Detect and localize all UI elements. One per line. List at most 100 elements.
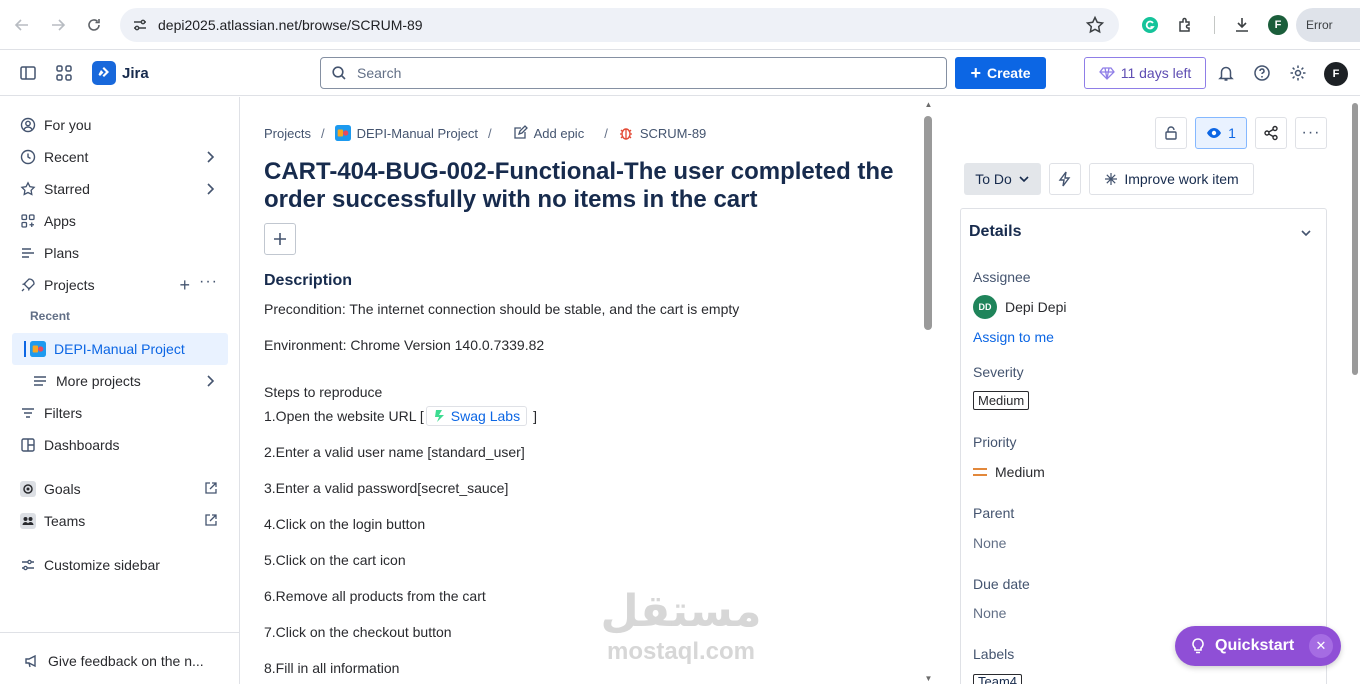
reload-icon[interactable] bbox=[76, 7, 112, 43]
precondition-text: Precondition: The internet connection sh… bbox=[264, 301, 740, 317]
site-info-icon[interactable] bbox=[132, 17, 148, 33]
scroll-up-icon[interactable]: ▲ bbox=[924, 100, 933, 109]
priority-label: Priority bbox=[973, 434, 1017, 450]
breadcrumb-issue-key[interactable]: SCRUM-89 bbox=[640, 126, 706, 141]
bookmark-star-icon[interactable] bbox=[1085, 15, 1105, 35]
trial-label: 11 days left bbox=[1120, 65, 1192, 81]
plus-icon: + bbox=[970, 63, 981, 83]
add-button[interactable] bbox=[264, 223, 296, 255]
swag-labs-label: Swag Labs bbox=[450, 408, 521, 424]
status-dropdown[interactable]: To Do bbox=[964, 163, 1041, 195]
scrollbar-thumb[interactable] bbox=[1352, 103, 1358, 375]
notifications-bell-icon[interactable] bbox=[1215, 62, 1237, 84]
search-input[interactable]: Search bbox=[320, 57, 947, 89]
breadcrumb-project[interactable]: DEPI-Manual Project bbox=[357, 126, 478, 141]
trial-button[interactable]: 11 days left bbox=[1084, 57, 1206, 89]
chevron-right-icon[interactable] bbox=[202, 181, 218, 197]
improve-work-item-button[interactable]: Improve work item bbox=[1089, 163, 1254, 195]
sidebar-item-depi-project[interactable]: DEPI-Manual Project bbox=[12, 333, 228, 365]
sidebar-toggle-icon[interactable] bbox=[17, 62, 39, 84]
close-icon[interactable]: ✕ bbox=[1309, 634, 1333, 658]
automation-button[interactable] bbox=[1049, 163, 1081, 195]
watch-button[interactable]: 1 bbox=[1195, 117, 1247, 149]
breadcrumb-separator: / bbox=[320, 125, 325, 141]
share-button[interactable] bbox=[1255, 117, 1287, 149]
add-project-icon[interactable]: + bbox=[179, 275, 190, 296]
environment-text: Environment: Chrome Version 140.0.7339.8… bbox=[264, 337, 545, 353]
url-text: depi2025.atlassian.net/browse/SCRUM-89 bbox=[158, 17, 423, 33]
lightbulb-icon bbox=[1192, 638, 1204, 654]
sidebar-item-goals[interactable]: Goals bbox=[12, 473, 228, 505]
chevron-down-icon[interactable] bbox=[1298, 225, 1314, 241]
step-1: 1.Open the website URL [ Swag Labs ] bbox=[264, 406, 537, 426]
settings-gear-icon[interactable] bbox=[1287, 62, 1309, 84]
issue-title[interactable]: CART-404-BUG-002-Functional-The user com… bbox=[264, 158, 894, 214]
steps-heading: Steps to reproduce bbox=[264, 384, 383, 400]
scrollbar-thumb[interactable] bbox=[924, 116, 932, 330]
chevron-right-icon[interactable] bbox=[202, 149, 218, 165]
breadcrumb: Projects / DEPI-Manual Project / Add epi… bbox=[264, 125, 706, 141]
jira-logo-icon[interactable] bbox=[92, 61, 116, 85]
sidebar-item-for-you[interactable]: For you bbox=[12, 109, 228, 141]
extensions-puzzle-icon[interactable] bbox=[1168, 8, 1204, 42]
error-button[interactable]: Error bbox=[1296, 8, 1360, 42]
breadcrumb-projects[interactable]: Projects bbox=[264, 126, 311, 141]
parent-value[interactable]: None bbox=[973, 535, 1006, 551]
breadcrumb-separator: / bbox=[487, 125, 492, 141]
customize-icon bbox=[20, 557, 36, 573]
priority-field[interactable]: Medium bbox=[973, 464, 1045, 480]
breadcrumb-add-epic[interactable]: Add epic bbox=[534, 126, 585, 141]
label-tag[interactable]: Team4 bbox=[973, 674, 1023, 684]
assign-to-me-link[interactable]: Assign to me bbox=[973, 329, 1054, 345]
sidebar-item-more-projects[interactable]: More projects bbox=[12, 365, 228, 397]
quickstart-button[interactable]: Quickstart ✕ bbox=[1175, 626, 1341, 666]
sidebar-item-apps[interactable]: Apps bbox=[12, 205, 228, 237]
grammarly-icon[interactable] bbox=[1132, 8, 1168, 42]
user-avatar[interactable]: F bbox=[1324, 62, 1348, 86]
sidebar-item-filters[interactable]: Filters bbox=[12, 397, 228, 429]
download-icon[interactable] bbox=[1224, 8, 1260, 42]
severity-field[interactable]: Medium bbox=[973, 391, 1030, 410]
lightning-icon bbox=[1058, 171, 1071, 187]
sidebar-item-plans[interactable]: Plans bbox=[12, 237, 228, 269]
restrict-lock-button[interactable] bbox=[1155, 117, 1187, 149]
scroll-down-icon[interactable]: ▼ bbox=[924, 674, 933, 683]
assignee-label: Assignee bbox=[973, 269, 1031, 285]
project-avatar-icon bbox=[334, 125, 351, 141]
sidebar-item-customize[interactable]: Customize sidebar bbox=[12, 549, 228, 581]
severity-value: Medium bbox=[973, 391, 1030, 410]
teams-icon bbox=[20, 513, 36, 529]
profile-avatar[interactable]: F bbox=[1260, 8, 1296, 42]
create-label: Create bbox=[986, 65, 1031, 81]
sidebar-item-teams[interactable]: Teams bbox=[12, 505, 228, 537]
sidebar-item-dashboards[interactable]: Dashboards bbox=[12, 429, 228, 461]
profile-initial: F bbox=[1268, 15, 1288, 35]
more-actions-icon[interactable]: ··· bbox=[199, 273, 218, 291]
sidebar-item-starred[interactable]: Starred bbox=[12, 173, 228, 205]
details-heading[interactable]: Details bbox=[969, 223, 1021, 241]
give-feedback-link[interactable]: Give feedback on the n... bbox=[24, 653, 204, 669]
back-icon[interactable] bbox=[4, 7, 40, 43]
panel-scrollbar[interactable] bbox=[1352, 97, 1360, 684]
swag-labs-link[interactable]: Swag Labs bbox=[425, 406, 528, 426]
eye-icon bbox=[1207, 128, 1222, 138]
due-date-value[interactable]: None bbox=[973, 605, 1006, 621]
clock-icon bbox=[20, 149, 36, 165]
assignee-field[interactable]: DD Depi Depi bbox=[973, 295, 1066, 319]
plans-icon bbox=[20, 245, 36, 261]
edit-pencil-icon bbox=[512, 125, 528, 141]
create-button[interactable]: + Create bbox=[955, 57, 1046, 89]
priority-medium-icon bbox=[973, 468, 987, 476]
chevron-right-icon[interactable] bbox=[202, 373, 218, 389]
address-bar[interactable]: depi2025.atlassian.net/browse/SCRUM-89 bbox=[120, 8, 1119, 42]
app-switcher-icon[interactable] bbox=[53, 62, 75, 84]
forward-icon[interactable] bbox=[40, 7, 76, 43]
sidebar-item-projects[interactable]: Projects + ··· bbox=[12, 269, 228, 301]
step-5: 5.Click on the cart icon bbox=[264, 552, 406, 568]
star-icon bbox=[20, 181, 36, 197]
more-actions-icon[interactable]: ··· bbox=[1295, 117, 1327, 149]
main-scrollbar[interactable]: ▲ ▼ bbox=[924, 100, 933, 684]
sidebar-item-recent[interactable]: Recent bbox=[12, 141, 228, 173]
app-name[interactable]: Jira bbox=[122, 65, 149, 82]
help-icon[interactable] bbox=[1251, 62, 1273, 84]
